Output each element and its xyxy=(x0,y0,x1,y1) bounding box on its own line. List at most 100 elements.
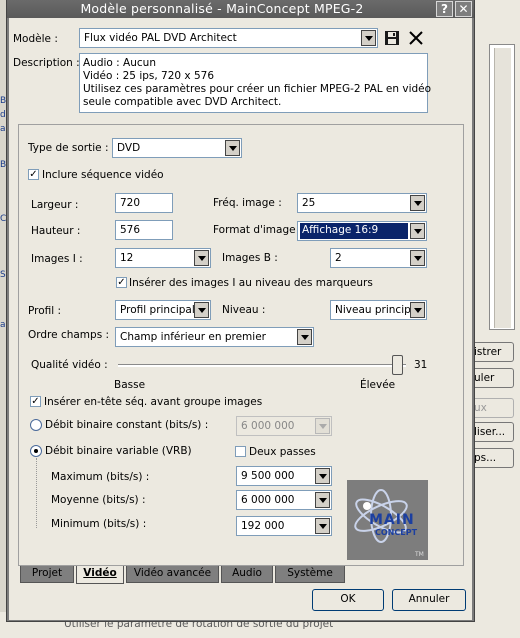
minimum-value: 192 000 xyxy=(241,520,285,532)
quality-value: 31 xyxy=(414,359,428,371)
vbr-label: Débit binaire variable (VRB) xyxy=(45,445,192,457)
chevron-down-icon xyxy=(410,250,425,266)
tab-project[interactable]: Projet xyxy=(20,566,74,583)
insert-i-frames-label: Insérer des images I au niveau des marqu… xyxy=(129,277,373,289)
tab-audio[interactable]: Audio xyxy=(221,566,273,583)
i-frames-value: 12 xyxy=(120,252,134,264)
chevron-down-icon xyxy=(297,329,312,345)
background-cancel-button[interactable]: uler xyxy=(472,368,514,388)
chevron-down-icon xyxy=(315,418,330,434)
level-value: Niveau principal xyxy=(335,304,421,316)
chevron-down-icon xyxy=(315,492,330,508)
template-label: Modèle : xyxy=(13,33,58,45)
tab-strip: Projet Vidéo Vidéo avancée Audio Système xyxy=(18,566,464,584)
quality-slider-thumb[interactable] xyxy=(392,355,404,375)
maximum-select[interactable]: 9 500 000 xyxy=(236,466,332,486)
chevron-down-icon xyxy=(410,195,425,211)
aspect-label: Format d'image : xyxy=(213,224,303,236)
background-customize-button[interactable]: liser... xyxy=(472,422,514,442)
description-label: Description : xyxy=(13,57,80,69)
vbr-group-line xyxy=(36,458,37,528)
profile-select[interactable]: Profil principal xyxy=(115,300,211,320)
delete-icon[interactable] xyxy=(408,30,424,46)
width-value: 720 xyxy=(120,197,141,209)
cancel-button[interactable]: Annuler xyxy=(392,589,466,611)
cbr-select[interactable]: 6 000 000 xyxy=(236,416,332,436)
height-label: Hauteur : xyxy=(31,225,81,237)
description-box[interactable]: Audio : Aucun Vidéo : 25 ips, 720 x 576 … xyxy=(79,53,432,113)
chevron-down-icon xyxy=(361,30,376,46)
save-icon[interactable] xyxy=(384,30,400,46)
average-select[interactable]: 6 000 000 xyxy=(236,490,332,510)
tab-system[interactable]: Système xyxy=(275,566,345,583)
tab-video[interactable]: Vidéo xyxy=(76,566,124,584)
quality-slider-track[interactable] xyxy=(118,364,406,367)
description-line: Utilisez ces paramètres pour créer un fi… xyxy=(83,83,432,95)
average-value: 6 000 000 xyxy=(241,494,295,506)
output-type-value: DVD xyxy=(117,142,141,154)
minimum-select[interactable]: 192 000 xyxy=(236,516,332,536)
i-frames-select[interactable]: 12 xyxy=(115,248,211,268)
output-type-select[interactable]: DVD xyxy=(112,138,242,158)
cbr-label: Débit binaire constant (bits/s) : xyxy=(45,419,209,431)
logo-tm: TM xyxy=(415,551,424,558)
chevron-down-icon xyxy=(194,250,209,266)
width-label: Largeur : xyxy=(31,199,79,211)
frame-rate-label: Fréq. image : xyxy=(213,197,282,209)
profile-value: Profil principal xyxy=(120,304,195,316)
b-frames-value: 2 xyxy=(335,252,342,264)
two-pass-label: Deux passes xyxy=(249,446,316,458)
height-value: 576 xyxy=(120,224,141,236)
logo-concept-text: CONCEPT xyxy=(375,528,418,537)
background-scrollbar[interactable] xyxy=(494,48,511,328)
background-save-button[interactable]: istrer xyxy=(472,342,514,362)
chevron-down-icon xyxy=(225,140,240,156)
background-info-button[interactable]: ps... xyxy=(472,448,514,468)
field-order-label: Ordre champs : xyxy=(28,329,110,341)
i-frames-label: Images I : xyxy=(31,253,83,265)
quality-label: Qualité vidéo : xyxy=(31,359,108,371)
profile-label: Profil : xyxy=(28,305,62,317)
ok-button[interactable]: OK xyxy=(312,589,384,611)
template-select[interactable]: Flux vidéo PAL DVD Architect xyxy=(79,28,378,48)
chevron-down-icon xyxy=(194,302,209,318)
field-order-select[interactable]: Champ inférieur en premier xyxy=(115,327,314,347)
width-field[interactable]: 720 xyxy=(115,193,173,213)
b-frames-label: Images B : xyxy=(222,252,278,264)
description-line: Vidéo : 25 ips, 720 x 576 xyxy=(83,70,215,82)
help-button[interactable]: ? xyxy=(436,1,453,17)
quality-low-label: Basse xyxy=(114,379,146,391)
maximum-value: 9 500 000 xyxy=(241,470,295,482)
chevron-down-icon xyxy=(315,468,330,484)
frame-rate-value: 25 xyxy=(302,197,316,209)
mainconcept-logo: MAIN CONCEPT TM xyxy=(347,480,428,560)
close-button[interactable]: ✕ xyxy=(455,1,472,17)
vbr-radio[interactable] xyxy=(30,445,42,457)
background-disabled-button: ux xyxy=(472,398,514,418)
tab-advanced-video[interactable]: Vidéo avancée xyxy=(126,566,219,583)
template-value: Flux vidéo PAL DVD Architect xyxy=(84,32,237,44)
cbr-radio[interactable] xyxy=(30,419,42,431)
height-field[interactable]: 576 xyxy=(115,220,173,240)
description-line: seule compatible avec DVD Architect. xyxy=(83,96,282,108)
two-pass-checkbox[interactable] xyxy=(235,446,246,457)
chevron-down-icon xyxy=(410,302,425,318)
aspect-value: Affichage 16:9 xyxy=(300,223,408,239)
b-frames-select[interactable]: 2 xyxy=(330,248,427,268)
cbr-value: 6 000 000 xyxy=(241,420,295,432)
window-title: Modèle personnalisé - MainConcept MPEG-2 xyxy=(80,1,364,16)
field-order-value: Champ inférieur en premier xyxy=(120,331,266,343)
output-type-label: Type de sortie : xyxy=(28,142,109,154)
minimum-label: Minimum (bits/s) : xyxy=(51,518,147,530)
insert-i-frames-checkbox[interactable]: ✓ xyxy=(116,277,127,288)
aspect-select[interactable]: Affichage 16:9 xyxy=(297,221,427,241)
level-select[interactable]: Niveau principal xyxy=(330,300,427,320)
description-line: Audio : Aucun xyxy=(83,57,156,69)
chevron-down-icon xyxy=(410,223,425,239)
chevron-down-icon xyxy=(315,518,330,534)
frame-rate-select[interactable]: 25 xyxy=(297,193,427,213)
level-label: Niveau : xyxy=(222,304,266,316)
maximum-label: Maximum (bits/s) : xyxy=(51,471,150,483)
include-video-checkbox[interactable]: ✓ xyxy=(28,169,39,180)
insert-header-checkbox[interactable]: ✓ xyxy=(30,396,41,407)
